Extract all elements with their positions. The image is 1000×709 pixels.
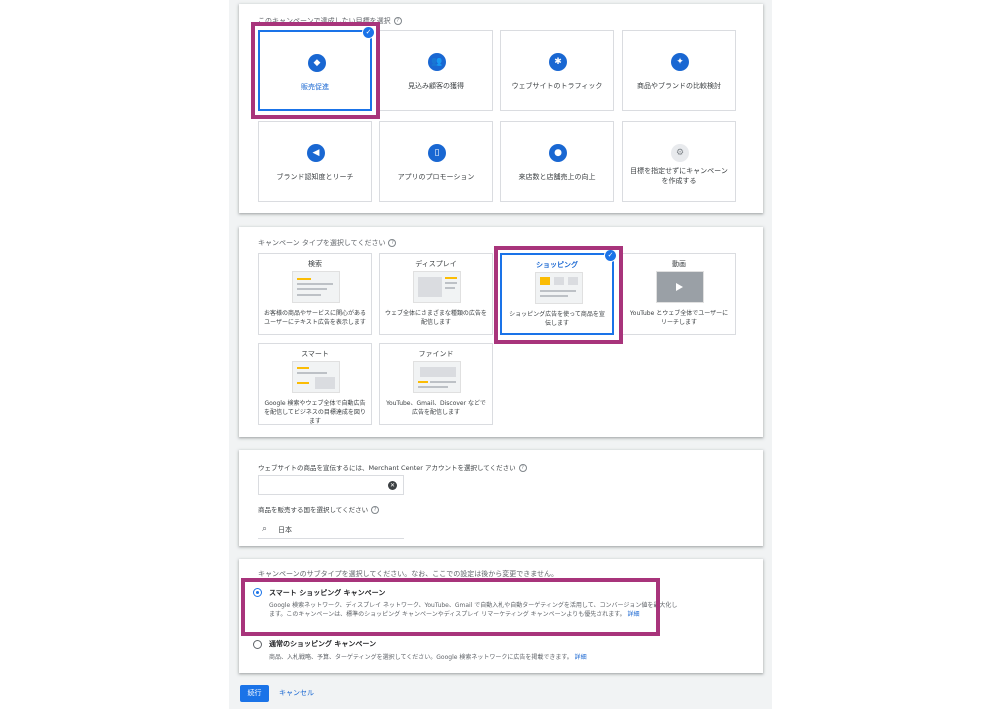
clear-icon[interactable]: ✕ [388,481,397,490]
goal-title: このキャンペーンで達成したい目標を選択? [258,16,402,26]
type-desc: YouTube、Gmail、Discover などで広告を配信します [386,400,486,416]
type-title: ファインド [418,350,454,358]
goal-app[interactable]: ▯ アプリのプロモーション [379,121,493,202]
campaign-type-card: キャンペーン タイプを選択してください? 検索 お客様の商品やサービスに関心があ… [239,227,763,437]
sparkle-icon: ✦ [671,53,689,71]
goal-consideration[interactable]: ✦ 商品やブランドの比較検討 [622,30,736,111]
radio-smart-shopping[interactable] [253,588,262,597]
goal-leads[interactable]: 👥 見込み顧客の獲得 [379,30,493,111]
type-title: ディスプレイ [415,260,457,268]
goal-awareness[interactable]: ◀ ブランド認知度とリーチ [258,121,372,202]
type-desc: Google 検索やウェブ全体で自動広告を配信してビジネスの目標達成を図ります [264,400,366,425]
cancel-button[interactable]: キャンセル [279,685,314,702]
goal-traffic[interactable]: ✱ ウェブサイトのトラフィック [500,30,614,111]
smart-shopping-title: スマート ショッピング キャンペーン [269,589,386,597]
learn-more-link[interactable]: 詳細 [575,654,587,661]
goal-label: ウェブサイトのトラフィック [511,82,603,90]
goal-label: ブランド認知度とリーチ [276,173,354,181]
help-icon[interactable]: ? [518,464,527,472]
location-pin-icon: ● [549,144,567,162]
tag-icon: ◆ [308,54,326,72]
check-icon: ✓ [362,26,375,39]
people-icon: 👥 [428,53,446,71]
merchant-card: ウェブサイトの商品を宣伝するには、Merchant Center アカウントを選… [239,450,763,546]
page-canvas: このキャンペーンで達成したい目標を選択? ◆ 販売促進 ✓ 👥 見込み顧客の獲得… [229,0,772,709]
goal-label: 目標を指定せずにキャンペーンを作成する [630,167,728,185]
type-video[interactable]: 動画 YouTube とウェブ全体でユーザーにリーチします [622,253,736,335]
type-smart[interactable]: スマート Google 検索やウェブ全体で自動広告を配信してビジネスの目標達成を… [258,343,372,425]
help-icon[interactable]: ? [393,17,402,25]
standard-shopping-title: 通常のショッピング キャンペーン [269,640,377,648]
radio-standard-shopping[interactable] [253,640,262,649]
type-search[interactable]: 検索 お客様の商品やサービスに関心があるユーザーにテキスト広告を表示します [258,253,372,335]
help-icon[interactable]: ? [371,506,380,514]
type-desc: ショッピング広告を使って商品を宣伝します [509,311,605,327]
cursor-click-icon: ✱ [549,53,567,71]
goal-label: アプリのプロモーション [397,173,475,181]
search-thumbnail [292,271,340,303]
gear-icon: ⚙ [671,144,689,162]
goal-store[interactable]: ● 来店数と店舗売上の向上 [500,121,614,202]
type-title: ショッピング [536,261,578,269]
subtype-card: キャンペーンのサブタイプを選択してください。なお、ここでの設定は後から変更できま… [239,559,763,673]
country-value: 日本 [278,526,292,534]
goal-label: 販売促進 [301,83,329,91]
type-desc: YouTube とウェブ全体でユーザーにリーチします [629,310,729,326]
play-icon [676,283,683,291]
type-desc: お客様の商品やサービスに関心があるユーザーにテキスト広告を表示します [264,310,367,326]
goal-sales[interactable]: ◆ 販売促進 ✓ [258,26,375,111]
phone-icon: ▯ [428,144,446,162]
smart-thumbnail [292,361,340,393]
goal-none[interactable]: ⚙ 目標を指定せずにキャンペーンを作成する [622,121,736,202]
shopping-thumbnail [535,272,583,304]
search-icon: ⌕ [262,524,268,534]
country-label: 商品を販売する国を選択してください? [258,504,380,514]
goal-label: 見込み顧客の獲得 [408,82,464,90]
type-title: 動画 [672,260,686,268]
type-display[interactable]: ディスプレイ ウェブ全体にさまざまな種類の広告を配信します [379,253,493,335]
discovery-thumbnail [413,361,461,393]
type-discovery[interactable]: ファインド YouTube、Gmail、Discover などで広告を配信します [379,343,493,425]
type-desc: ウェブ全体にさまざまな種類の広告を配信します [385,310,487,326]
subtype-title: キャンペーンのサブタイプを選択してください。なお、ここでの設定は後から変更できま… [258,570,559,578]
goal-label: 商品やブランドの比較検討 [637,82,721,90]
goal-card: このキャンペーンで達成したい目標を選択? ◆ 販売促進 ✓ 👥 見込み顧客の獲得… [239,4,763,213]
standard-shopping-desc: 商品、入札戦略、予算、ターゲティングを選択してください。Google 検索ネット… [269,654,587,661]
video-thumbnail [656,271,704,303]
learn-more-link[interactable]: 詳細 [628,611,640,618]
merchant-account-select[interactable]: ✕ [258,475,404,495]
country-search-input[interactable]: ⌕ 日本 [258,522,404,539]
display-thumbnail [413,271,461,303]
check-icon: ✓ [604,249,617,262]
smart-shopping-desc: Google 検索ネットワーク、ディスプレイ ネットワーク、YouTube、Gm… [269,602,678,618]
type-shopping[interactable]: ショッピング ショッピング広告を使って商品を宣伝します ✓ [500,249,617,335]
help-icon[interactable]: ? [388,239,397,247]
goal-label: 来店数と店舗売上の向上 [518,173,596,181]
merchant-label: ウェブサイトの商品を宣伝するには、Merchant Center アカウントを選… [258,462,527,472]
type-title: 検索 [308,260,322,268]
megaphone-icon: ◀ [307,144,325,162]
continue-button[interactable]: 続行 [240,685,269,702]
campaign-type-title: キャンペーン タイプを選択してください? [258,238,397,248]
type-title: スマート [301,350,329,358]
